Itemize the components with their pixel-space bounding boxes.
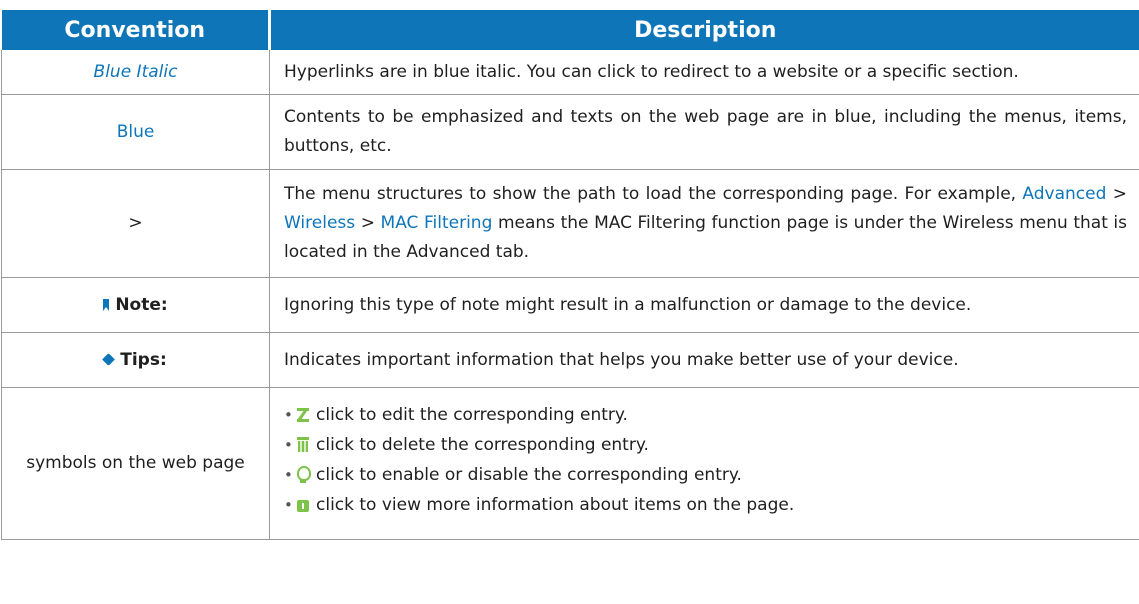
- bullet-icon: •: [284, 466, 293, 484]
- menu-path-advanced: Advanced: [1022, 184, 1107, 204]
- bullet-icon: •: [284, 406, 293, 424]
- symbol-info-text: click to view more information about ite…: [316, 495, 795, 515]
- table-row: Tips: Indicates important information th…: [1, 332, 1139, 388]
- lightbulb-icon: [296, 465, 311, 485]
- tips-label: Tips:: [120, 349, 167, 370]
- description-blue: Contents to be emphasized and texts on t…: [269, 94, 1139, 170]
- bullet-icon: •: [284, 436, 293, 454]
- description-blue-italic: Hyperlinks are in blue italic. You can c…: [269, 50, 1139, 95]
- symbol-delete-text: click to delete the corresponding entry.: [316, 435, 649, 455]
- description-symbols: • click to edit the corresponding entry. …: [269, 387, 1139, 540]
- trash-icon: [296, 436, 310, 454]
- menu-path-mac-filtering: MAC Filtering: [380, 213, 493, 233]
- list-item: • click to view more information about it…: [284, 490, 1127, 520]
- conventions-table: Convention Description Blue Italic Hyper…: [1, 10, 1139, 540]
- symbols-list: • click to edit the corresponding entry. …: [284, 388, 1127, 520]
- list-item: • click to edit the corresponding entry.: [284, 400, 1127, 430]
- menu-path-separator: >: [360, 213, 375, 233]
- convention-note: Note:: [1, 277, 270, 333]
- description-tips: Indicates important information that hel…: [269, 332, 1139, 388]
- convention-blue: Blue: [1, 94, 270, 170]
- info-icon: [296, 497, 310, 513]
- table-header-row: Convention Description: [1, 10, 1139, 50]
- description-arrow: The menu structures to show the path to …: [269, 169, 1139, 278]
- convention-symbols: symbols on the web page: [1, 387, 270, 540]
- menu-path-wireless: Wireless: [284, 213, 356, 233]
- symbol-enable-text: click to enable or disable the correspon…: [316, 465, 742, 485]
- table-row: Blue Contents to be emphasized and texts…: [1, 94, 1139, 170]
- list-item: • click to enable or disable the correspo…: [284, 460, 1127, 490]
- tag-icon: [102, 352, 116, 366]
- header-description: Description: [269, 10, 1139, 50]
- table-row: Blue Italic Hyperlinks are in blue itali…: [1, 50, 1139, 95]
- description-note: Ignoring this type of note might result …: [269, 277, 1139, 333]
- menu-path-separator: >: [1112, 184, 1128, 204]
- bookmark-icon: [103, 298, 110, 311]
- convention-arrow: >: [1, 169, 270, 278]
- edit-icon: [296, 406, 310, 424]
- bullet-icon: •: [284, 496, 293, 514]
- menu-path-intro: The menu structures to show the path to …: [284, 184, 1017, 204]
- header-convention: Convention: [1, 10, 271, 50]
- table-row: > The menu structures to show the path t…: [1, 169, 1139, 278]
- table-row: symbols on the web page • click to edit t…: [1, 387, 1139, 540]
- note-label: Note:: [115, 294, 168, 315]
- table-row: Note: Ignoring this type of note might r…: [1, 277, 1139, 333]
- symbol-edit-text: click to edit the corresponding entry.: [316, 405, 628, 425]
- convention-tips: Tips:: [1, 332, 270, 388]
- convention-blue-italic: Blue Italic: [1, 50, 270, 95]
- list-item: • click to delete the corresponding entry…: [284, 430, 1127, 460]
